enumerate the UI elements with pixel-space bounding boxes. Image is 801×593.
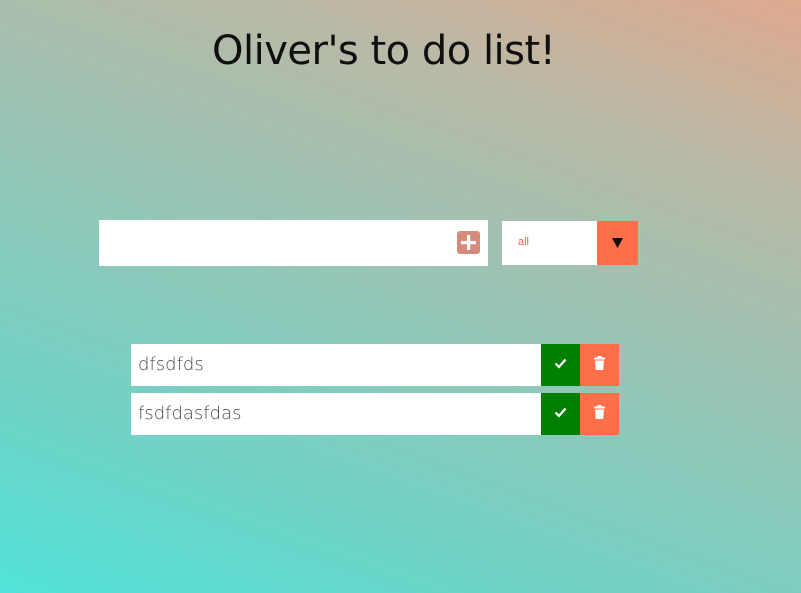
page-title: Oliver's to do list! <box>212 28 556 74</box>
check-icon <box>554 407 567 418</box>
trash-icon <box>594 405 605 419</box>
filter-select[interactable]: all <box>502 221 638 265</box>
filter-selected-value: all <box>518 236 530 248</box>
todo-input[interactable] <box>99 220 449 266</box>
complete-button[interactable] <box>541 393 580 435</box>
delete-button[interactable] <box>580 344 619 386</box>
todo-text: dfsdfds <box>138 354 204 375</box>
triangle-down-icon <box>612 238 623 248</box>
todo-list: dfsdfds fsdfdasfdas <box>131 344 619 442</box>
delete-button[interactable] <box>580 393 619 435</box>
add-todo-form <box>99 220 488 266</box>
todo-text: fsdfdasfdas <box>138 403 242 424</box>
plus-icon <box>461 235 476 250</box>
complete-button[interactable] <box>541 344 580 386</box>
filter-dropdown-toggle[interactable] <box>597 221 638 265</box>
trash-icon <box>594 356 605 370</box>
add-todo-button[interactable] <box>457 231 480 254</box>
todo-item: fsdfdasfdas <box>131 393 619 435</box>
todo-item: dfsdfds <box>131 344 619 386</box>
check-icon <box>554 358 567 369</box>
